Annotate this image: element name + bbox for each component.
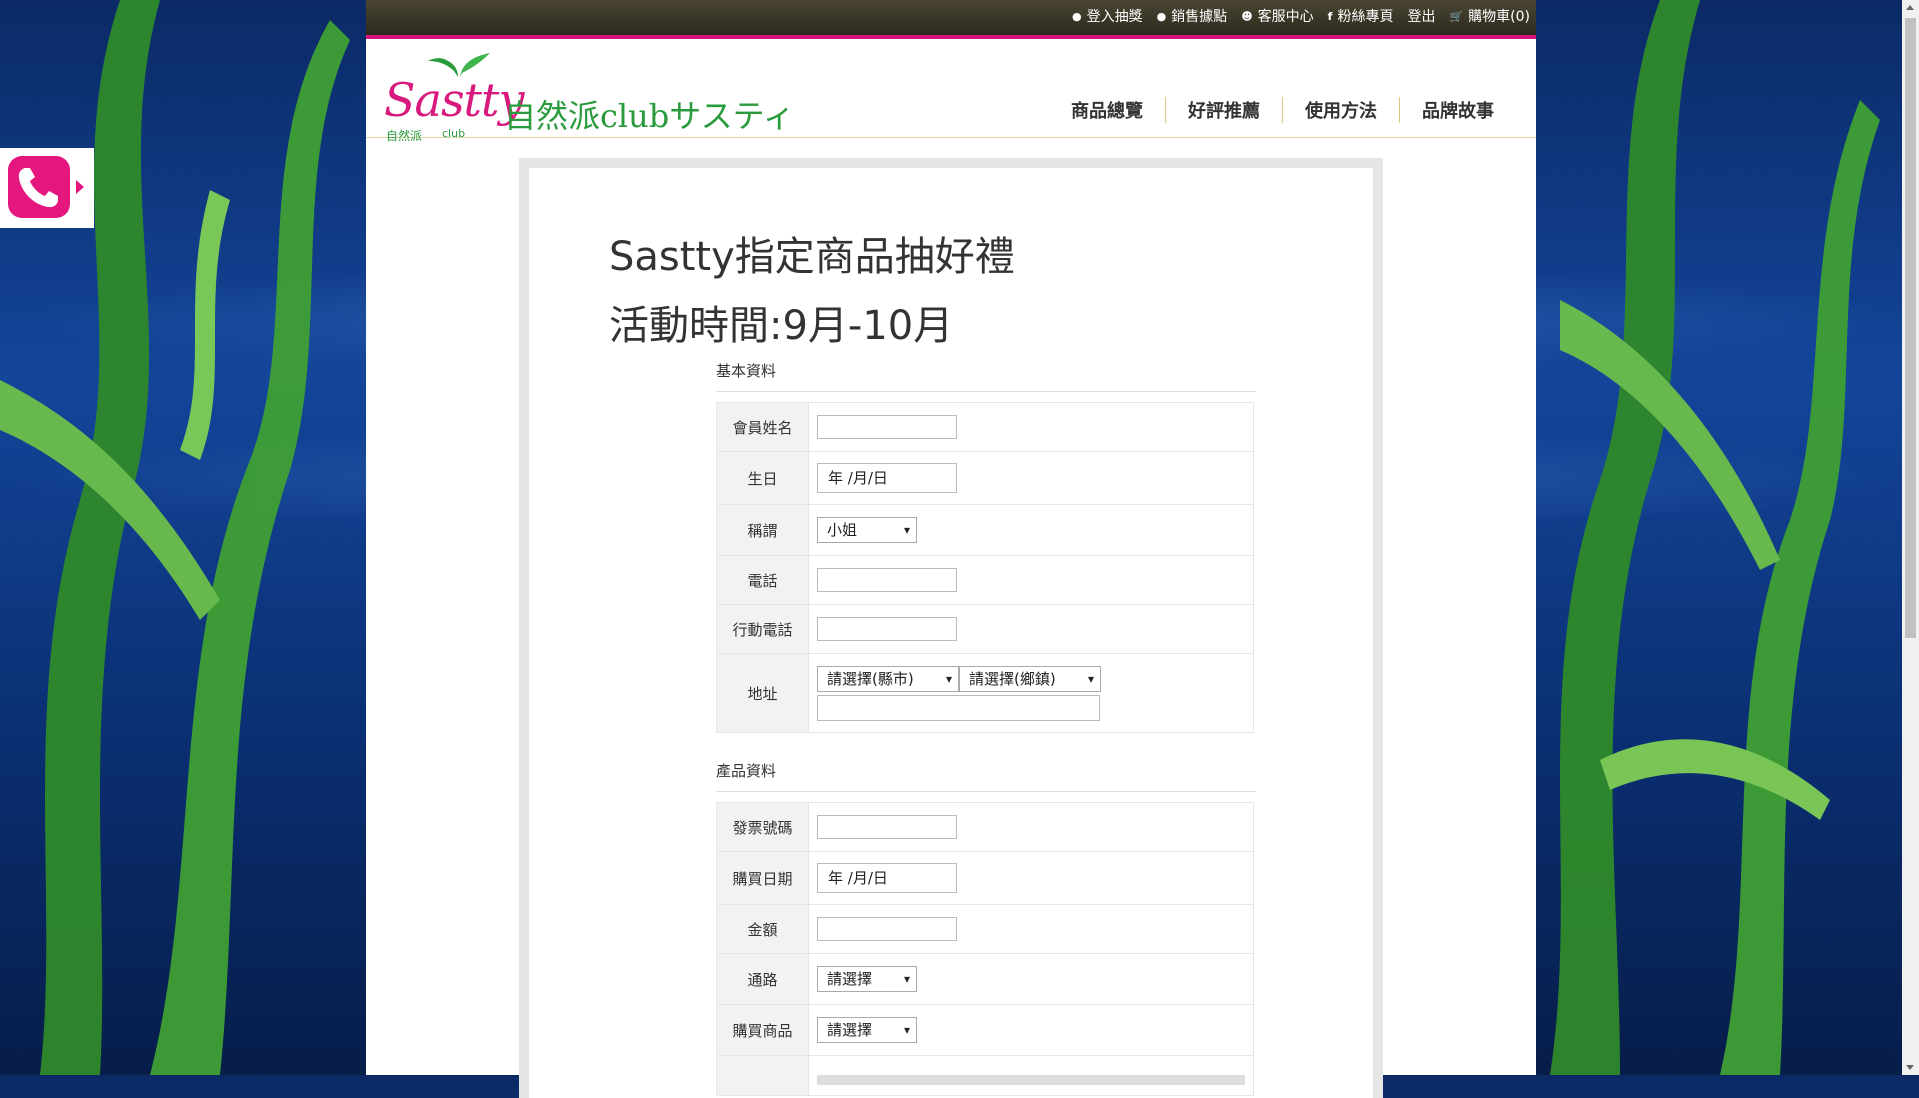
chevron-right-icon — [76, 180, 84, 194]
form-row: 地址 請選擇(縣市)請選擇(鄉鎮) — [716, 653, 1254, 733]
location-pin-icon: ● — [1156, 9, 1167, 23]
field-label: 購買日期 — [716, 851, 809, 905]
event-period: 活動時間:9月-10月 — [609, 303, 954, 349]
field-label: 金額 — [716, 904, 809, 954]
top-link-lottery-login[interactable]: ● 登入抽獎 — [1072, 6, 1143, 26]
scroll-down-icon[interactable] — [1906, 1065, 1914, 1070]
city-select[interactable]: 請選擇(縣市) — [817, 665, 959, 692]
site-header: Sastty 自然派clubサスティ 自然派 club 商品總覽 好評推薦 使用… — [366, 39, 1536, 143]
top-link-label: 銷售據點 — [1171, 9, 1228, 25]
page-title: Sastty指定商品抽好禮 — [609, 234, 1015, 280]
top-link-cart[interactable]: 🛒 購物車(0) — [1449, 6, 1530, 26]
form-row: 購買日期 年 /月/日 — [716, 851, 1254, 905]
top-link-stores[interactable]: ● 銷售據點 — [1157, 6, 1228, 26]
top-link-label: 登出 — [1407, 9, 1436, 25]
content-frame: Sastty指定商品抽好禮 活動時間:9月-10月 基本資料 會員姓名 生日 年… — [519, 158, 1383, 1098]
brand-tagline: 自然派clubサスティ — [504, 97, 795, 135]
section-heading-product: 產品資料 — [716, 760, 1256, 792]
nav-item-products[interactable]: 商品總覽 — [1049, 97, 1165, 123]
page-container: ● 登入抽獎 ● 銷售據點 ☻ 客服中心 f 粉絲專頁 登出 🛒 購物車(0) — [366, 0, 1536, 1098]
top-link-label: 客服中心 — [1257, 9, 1314, 25]
facebook-icon: f — [1327, 9, 1333, 23]
field-label: 購買商品 — [716, 1004, 809, 1056]
user-icon: ☻ — [1241, 9, 1253, 23]
invoice-number-input[interactable] — [817, 815, 957, 839]
form-panel: Sastty指定商品抽好禮 活動時間:9月-10月 基本資料 會員姓名 生日 年… — [529, 168, 1373, 1098]
top-link-logout[interactable]: 登出 — [1407, 6, 1435, 26]
location-pin-icon: ● — [1071, 9, 1082, 23]
top-link-label: 粉絲專頁 — [1337, 9, 1394, 25]
top-bar: ● 登入抽獎 ● 銷售據點 ☻ 客服中心 f 粉絲專頁 登出 🛒 購物車(0) — [366, 0, 1536, 39]
section-heading-basic: 基本資料 — [716, 360, 1256, 392]
phone-input[interactable] — [817, 568, 957, 592]
field-label: 稱謂 — [716, 504, 809, 556]
form-row: 生日 年 /月/日 — [716, 451, 1254, 505]
mobile-input[interactable] — [817, 617, 957, 641]
form-row: 購買商品 請選擇 — [716, 1004, 1254, 1056]
nav-item-reviews[interactable]: 好評推薦 — [1165, 97, 1282, 123]
member-name-input[interactable] — [817, 415, 957, 439]
basic-info-table: 會員姓名 生日 年 /月/日 稱謂 小姐 電話 行動電話 — [716, 402, 1254, 733]
form-row: 電話 — [716, 555, 1254, 605]
form-row: 金額 — [716, 904, 1254, 954]
nav-item-story[interactable]: 品牌故事 — [1399, 97, 1516, 123]
product-select[interactable]: 請選擇 — [817, 1017, 917, 1043]
form-row: 行動電話 — [716, 604, 1254, 654]
field-label: 發票號碼 — [716, 802, 809, 852]
address-input[interactable] — [817, 694, 1100, 721]
title-select[interactable]: 小姐 — [817, 517, 917, 543]
brand-sub-label: club — [442, 127, 466, 140]
birthday-input[interactable]: 年 /月/日 — [817, 463, 957, 493]
field-label: 生日 — [716, 451, 809, 505]
top-link-fanpage[interactable]: f 粉絲專頁 — [1328, 6, 1394, 26]
scroll-thumb[interactable] — [1905, 18, 1916, 638]
amount-input[interactable] — [817, 917, 957, 941]
form-row — [716, 1055, 1254, 1096]
field-label: 會員姓名 — [716, 402, 809, 452]
purchase-date-input[interactable]: 年 /月/日 — [817, 863, 957, 893]
form-row: 稱謂 小姐 — [716, 504, 1254, 556]
brand-name: Sastty — [384, 73, 525, 127]
main-nav: 商品總覽 好評推薦 使用方法 品牌故事 — [1049, 97, 1516, 123]
scroll-up-icon[interactable] — [1906, 5, 1914, 10]
top-link-label: 登入抽獎 — [1086, 9, 1143, 25]
top-link-service[interactable]: ☻ 客服中心 — [1241, 6, 1313, 26]
field-label: 通路 — [716, 953, 809, 1005]
upload-field[interactable] — [817, 1074, 1245, 1085]
brand-sub-label: 自然派 — [386, 129, 423, 143]
form-row: 通路 請選擇 — [716, 953, 1254, 1005]
town-select[interactable]: 請選擇(鄉鎮) — [959, 665, 1101, 692]
phone-contact-button[interactable] — [0, 148, 94, 228]
channel-select[interactable]: 請選擇 — [817, 966, 917, 992]
top-link-label: 購物車(0) — [1468, 9, 1530, 25]
form-row: 會員姓名 — [716, 402, 1254, 452]
field-label: 行動電話 — [716, 604, 809, 654]
nav-item-usage[interactable]: 使用方法 — [1282, 97, 1399, 123]
top-links: ● 登入抽獎 ● 銷售據點 ☻ 客服中心 f 粉絲專頁 登出 🛒 購物車(0) — [1072, 6, 1530, 26]
field-label: 地址 — [716, 653, 809, 733]
cart-icon: 🛒 — [1449, 9, 1464, 23]
field-label: 電話 — [716, 555, 809, 605]
brand-logo[interactable]: Sastty 自然派clubサスティ 自然派 club — [384, 49, 844, 143]
phone-icon — [8, 156, 70, 218]
product-info-table: 發票號碼 購買日期 年 /月/日 金額 通路 請選擇 購買商品 請選擇 — [716, 802, 1254, 1096]
form-row: 發票號碼 — [716, 802, 1254, 852]
page-scrollbar[interactable] — [1902, 0, 1919, 1075]
